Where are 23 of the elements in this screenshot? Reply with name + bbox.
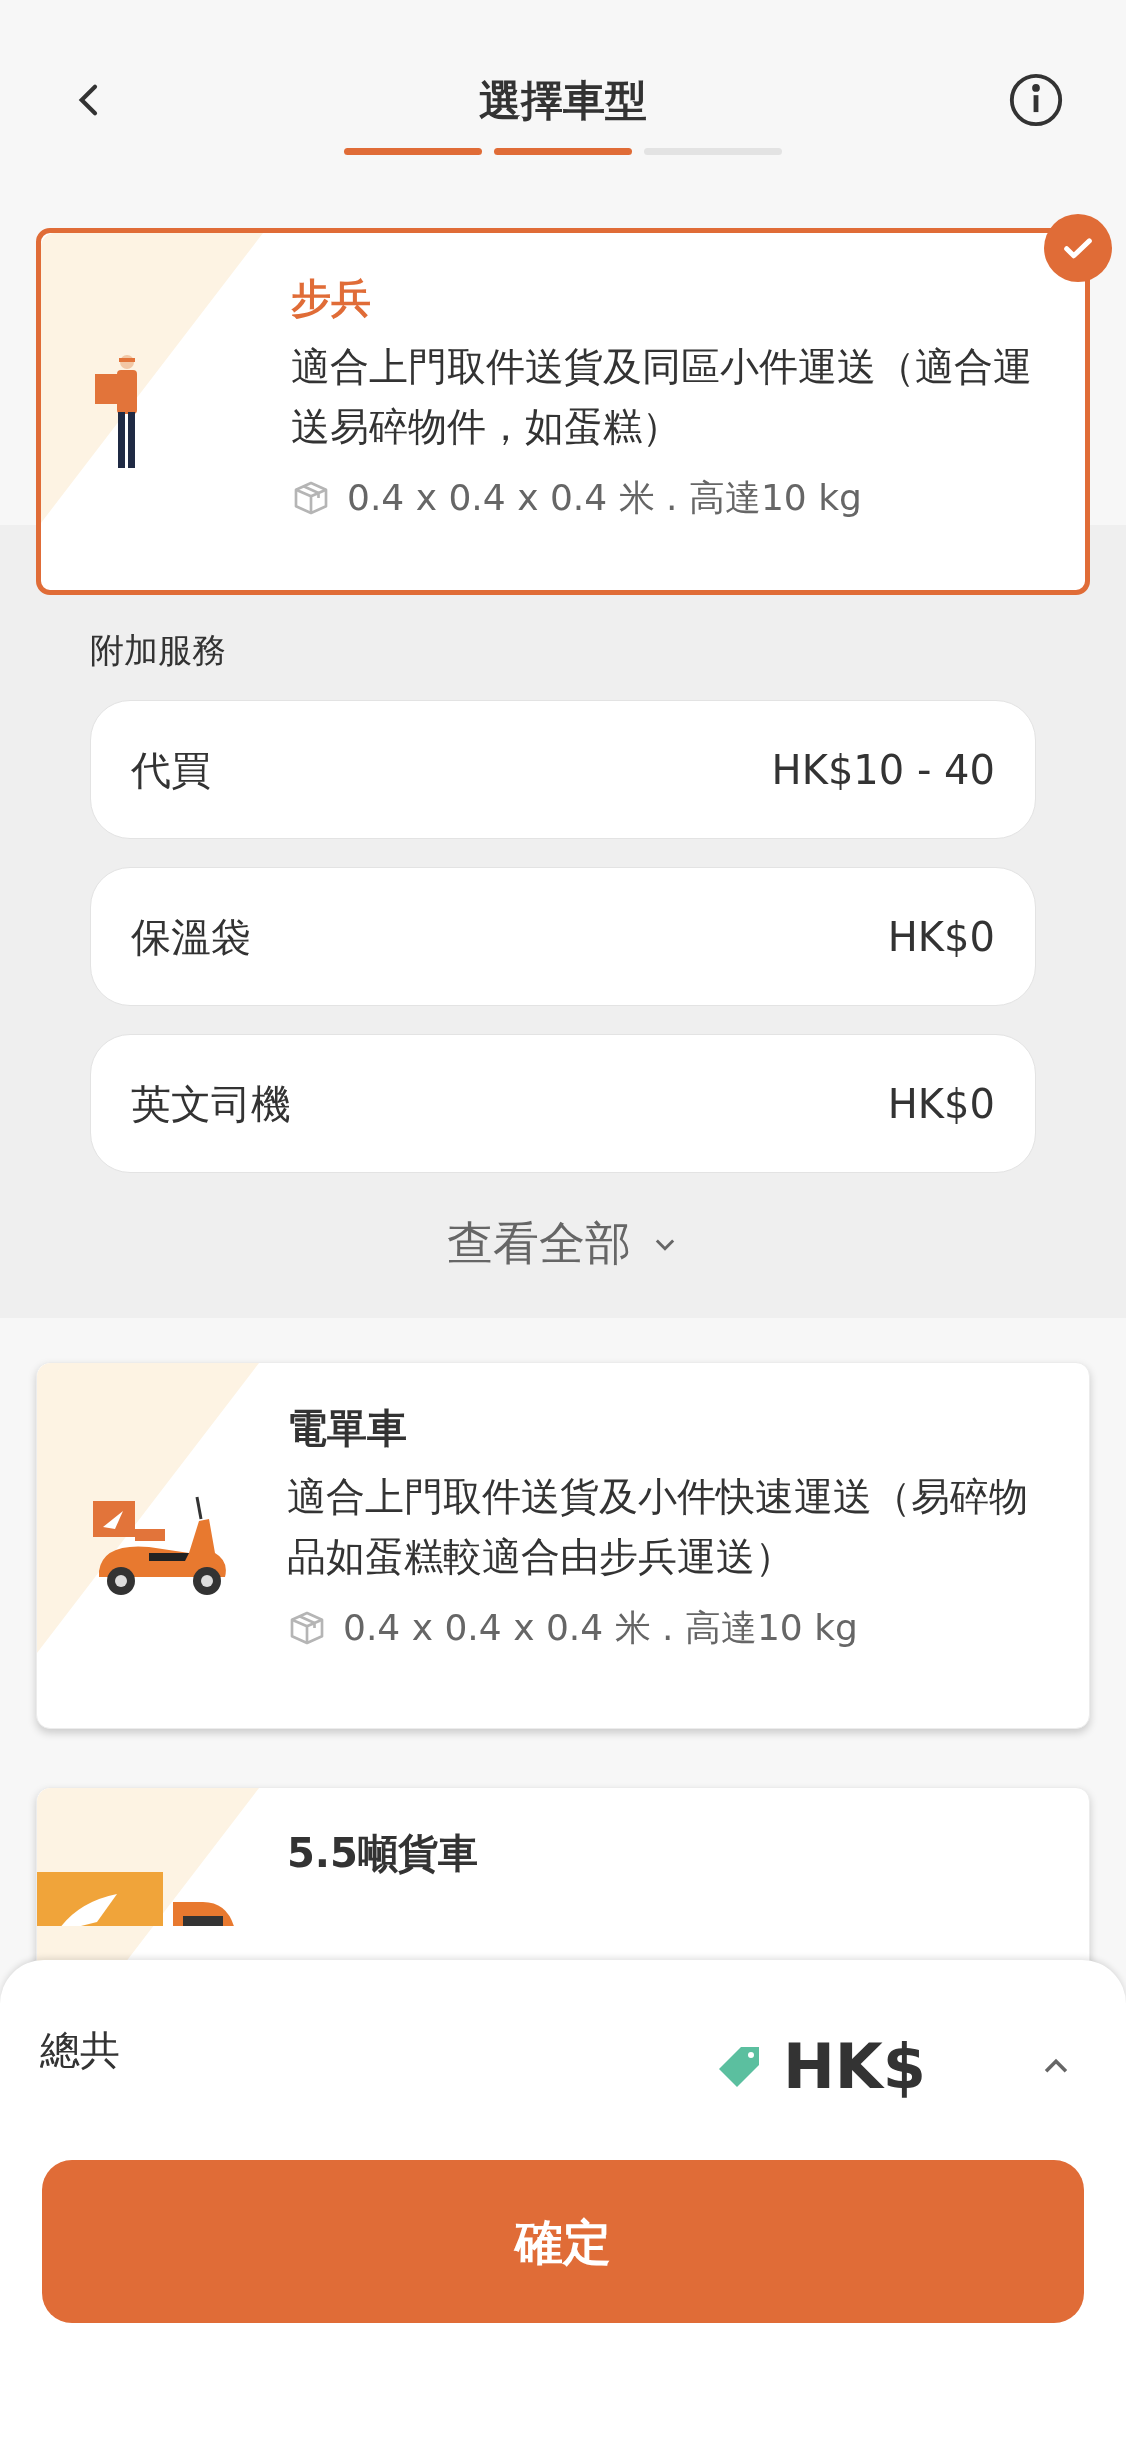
vehicle-name: 5.5噸貨車 (287, 1829, 478, 1878)
total-label: 總共 (40, 2026, 120, 2075)
service-price: HK$10 - 40 (771, 745, 995, 795)
service-row[interactable]: 英文司機 HK$0 (90, 1034, 1036, 1173)
page-title: 選擇車型 (479, 74, 647, 127)
service-price: HK$0 (887, 912, 995, 962)
service-price: HK$0 (887, 1079, 995, 1129)
view-all-button[interactable]: 查看全部 (447, 1209, 679, 1278)
vehicle-name: 電單車 (287, 1404, 408, 1453)
section-title: 附加服務 (90, 629, 227, 672)
service-row[interactable]: 保溫袋 HK$0 (90, 867, 1036, 1006)
service-name: 英文司機 (131, 1079, 291, 1129)
info-icon (1007, 71, 1065, 129)
vehicle-description: 適合上門取件送貨及小件快速運送（易碎物品如蛋糕較適合由步兵運送） (287, 1473, 1029, 1581)
vehicle-description: 適合上門取件送貨及同區小件運送（適合運送易碎物件，如蛋糕） (291, 343, 1033, 451)
vehicle-capacity: 0.4 x 0.4 x 0.4 米 . 高達10 kg (343, 1606, 858, 1650)
service-row[interactable]: 代買 HK$10 - 40 (90, 700, 1036, 839)
vehicle-card[interactable]: 電單車 適合上門取件送貨及小件快速運送（易碎物品如蛋糕較適合由步兵運送） 0.4 x 0.4 x 0.4 米 . 高達10 kg (36, 1362, 1090, 1729)
vehicle-capacity: 0.4 x 0.4 x 0.4 米 . 高達10 kg (347, 476, 862, 520)
vehicle-name: 步兵 (291, 274, 372, 323)
total-price: HK$ (782, 2029, 926, 2105)
service-name: 保溫袋 (131, 912, 251, 962)
service-name: 代買 (131, 745, 211, 795)
